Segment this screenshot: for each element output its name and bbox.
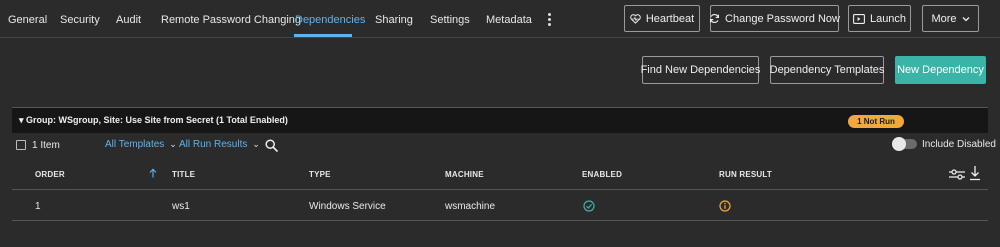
tab-remote-password-changing[interactable]: Remote Password Changing <box>161 14 301 26</box>
chevron-down-icon: ⌄ <box>169 139 177 149</box>
change-password-now-button[interactable]: Change Password Now <box>710 5 840 32</box>
find-new-dependencies-button[interactable]: Find New Dependencies <box>640 56 761 84</box>
templates-filter-dropdown[interactable]: All Templates ⌄ <box>105 139 177 150</box>
tab-dependencies[interactable]: Dependencies <box>295 14 365 26</box>
tab-general[interactable]: General <box>8 14 47 26</box>
status-badge: 1 Not Run <box>848 115 904 128</box>
chevron-down-icon <box>962 16 969 21</box>
launch-icon <box>853 13 865 24</box>
chevron-down-icon: ⌄ <box>252 139 260 149</box>
templates-filter-label: All Templates <box>105 139 165 150</box>
cell-title: ws1 <box>172 201 190 212</box>
group-label: ▾ Group: WSgroup, Site: Use Site from Se… <box>19 115 288 125</box>
heartbeat-button[interactable]: Heartbeat <box>624 5 700 32</box>
cell-machine: wsmachine <box>445 201 496 212</box>
sort-ascending-icon[interactable] <box>149 168 157 178</box>
tab-settings[interactable]: Settings <box>430 14 470 26</box>
more-tabs-kebab-icon[interactable] <box>545 11 555 27</box>
sliders-icon[interactable] <box>948 166 966 182</box>
search-icon[interactable] <box>265 139 278 152</box>
more-button[interactable]: More <box>922 5 979 32</box>
check-circle-icon <box>583 200 595 212</box>
launch-button[interactable]: Launch <box>848 5 911 32</box>
column-header-enabled[interactable]: ENABLED <box>582 170 622 179</box>
column-header-order[interactable]: ORDER <box>35 170 65 179</box>
new-dependency-label: New Dependency <box>897 64 984 76</box>
dependency-templates-button[interactable]: Dependency Templates <box>770 56 884 84</box>
column-header-title[interactable]: TITLE <box>172 170 195 179</box>
table-header: ORDER TITLE TYPE MACHINE ENABLED RUN RES… <box>12 162 988 190</box>
refresh-icon <box>710 14 720 23</box>
download-icon[interactable] <box>969 165 981 181</box>
item-count: 1 Item <box>32 140 60 151</box>
heart-pulse-icon <box>630 13 641 24</box>
active-tab-indicator <box>294 34 352 37</box>
cell-order: 1 <box>35 201 41 212</box>
info-circle-icon <box>719 200 731 212</box>
column-header-run-result[interactable]: RUN RESULT <box>719 170 772 179</box>
cell-type: Windows Service <box>309 201 386 212</box>
heartbeat-label: Heartbeat <box>645 12 695 25</box>
dependency-group-header[interactable]: ▾ Group: WSgroup, Site: Use Site from Se… <box>12 107 988 133</box>
change-password-now-label: Change Password Now <box>725 12 840 25</box>
tab-metadata[interactable]: Metadata <box>486 14 532 26</box>
run-results-filter-label: All Run Results <box>179 139 248 150</box>
dependency-templates-label: Dependency Templates <box>769 64 885 76</box>
column-header-type[interactable]: TYPE <box>309 170 331 179</box>
select-all-checkbox[interactable] <box>16 140 26 150</box>
find-new-dependencies-label: Find New Dependencies <box>640 64 761 76</box>
tab-security[interactable]: Security <box>60 14 100 26</box>
include-disabled-toggle[interactable] <box>892 137 917 151</box>
new-dependency-button[interactable]: New Dependency <box>895 56 986 84</box>
more-label: More <box>931 12 957 25</box>
launch-label: Launch <box>869 12 907 25</box>
run-results-filter-dropdown[interactable]: All Run Results ⌄ <box>179 139 260 150</box>
table-row[interactable]: 1 ws1 Windows Service wsmachine <box>12 190 988 221</box>
column-header-machine[interactable]: MACHINE <box>445 170 484 179</box>
tab-sharing[interactable]: Sharing <box>375 14 413 26</box>
tab-audit[interactable]: Audit <box>116 14 141 26</box>
include-disabled-label: Include Disabled <box>922 139 996 150</box>
